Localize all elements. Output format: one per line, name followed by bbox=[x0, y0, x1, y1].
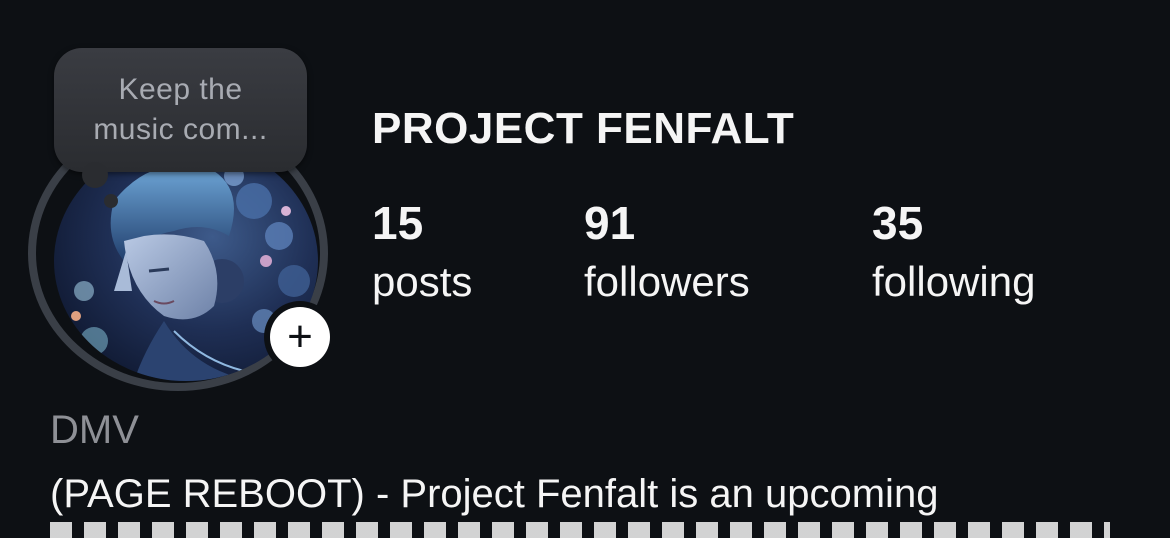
note-bubble-tail-dot bbox=[104, 194, 118, 208]
followers-count: 91 bbox=[584, 197, 636, 249]
note-bubble-tail bbox=[82, 162, 108, 188]
plus-icon: + bbox=[270, 307, 330, 367]
stat-following[interactable]: 35 following bbox=[872, 196, 1035, 314]
posts-label: posts bbox=[372, 258, 473, 305]
note-text: Keep the music com... bbox=[93, 73, 268, 146]
posts-count: 15 bbox=[372, 197, 424, 249]
profile-category: DMV bbox=[50, 408, 139, 452]
followers-label: followers bbox=[584, 258, 750, 305]
bio-next-line-cutoff bbox=[50, 522, 1110, 538]
profile-username: PROJECT FENFALT bbox=[372, 104, 795, 153]
add-story-button[interactable]: + bbox=[264, 301, 336, 373]
profile-bio: (PAGE REBOOT) - Project Fenfalt is an up… bbox=[50, 472, 939, 516]
stat-posts[interactable]: 15 posts bbox=[372, 196, 472, 314]
following-label: following bbox=[872, 258, 1036, 305]
stat-followers[interactable]: 91 followers bbox=[584, 196, 750, 314]
following-count: 35 bbox=[872, 197, 924, 249]
